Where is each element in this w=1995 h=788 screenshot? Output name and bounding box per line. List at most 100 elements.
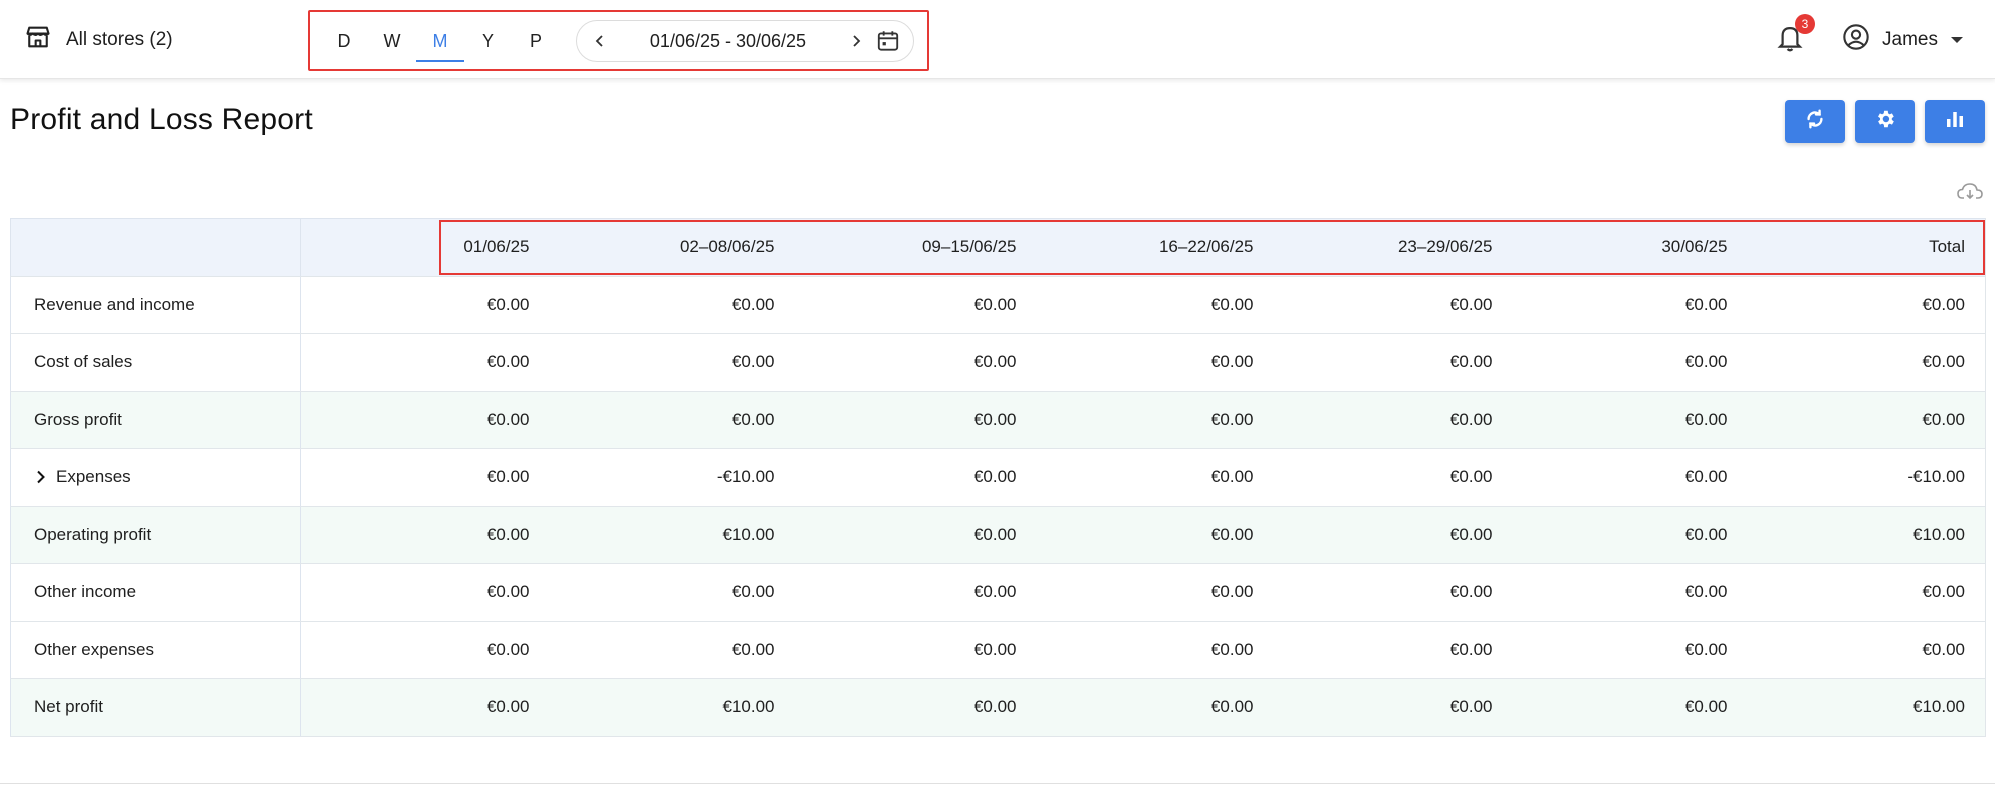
value-cell: €0.00 xyxy=(794,333,1037,392)
chart-button[interactable] xyxy=(1925,100,1985,143)
total-cell: €10.00 xyxy=(1747,678,1986,737)
value-cell: €0.00 xyxy=(300,391,550,449)
chevron-right-icon[interactable] xyxy=(34,470,48,484)
notifications-button[interactable]: 3 xyxy=(1775,14,1815,56)
value-cell: €0.00 xyxy=(1512,333,1748,392)
user-avatar-icon xyxy=(1842,23,1870,57)
date-range-picker: 01/06/25 - 30/06/25 xyxy=(576,20,914,62)
value-cell: €0.00 xyxy=(1273,506,1513,564)
expand-toggle[interactable]: Expenses xyxy=(34,467,300,487)
value-cell: €0.00 xyxy=(300,621,550,679)
value-cell: €0.00 xyxy=(1036,506,1274,564)
total-cell: €0.00 xyxy=(1747,621,1986,679)
table-row[interactable]: Expenses €0.00 -€10.00 €0.00 €0.00 €0.00 €0.00… xyxy=(10,448,1986,507)
row-label: Operating profit xyxy=(34,524,152,544)
top-bar: All stores (2) D W M Y P 01/06/25 - 30/0… xyxy=(0,0,1995,79)
value-cell: €0.00 xyxy=(1512,563,1748,622)
period-selector: D W M Y P 01/06/25 - 30/06/25 xyxy=(308,10,929,71)
value-cell: €0.00 xyxy=(1273,621,1513,679)
value-cell: €0.00 xyxy=(1512,276,1748,334)
row-label: Gross profit xyxy=(34,409,122,429)
row-label: Other expenses xyxy=(34,639,155,659)
value-cell: €0.00 xyxy=(1512,678,1748,737)
column-header: 30/06/25 xyxy=(1512,218,1748,277)
column-header: 23–29/06/25 xyxy=(1273,218,1513,277)
value-cell: €0.00 xyxy=(300,276,550,334)
value-cell: €0.00 xyxy=(1273,678,1513,737)
row-label-cell: Expenses xyxy=(10,448,301,507)
divider xyxy=(0,783,1995,784)
row-label: Net profit xyxy=(34,697,103,717)
value-cell: €0.00 xyxy=(794,621,1037,679)
column-header: 01/06/25 xyxy=(300,218,550,277)
total-cell: €0.00 xyxy=(1747,333,1986,392)
refresh-icon xyxy=(1804,108,1826,135)
value-cell: -€10.00 xyxy=(549,448,795,507)
total-cell: €10.00 xyxy=(1747,506,1986,564)
table-row: Other income €0.00 €0.00 €0.00 €0.00 €0.00 €0.… xyxy=(10,563,1986,622)
value-cell: €0.00 xyxy=(794,506,1037,564)
value-cell: €0.00 xyxy=(1512,448,1748,507)
total-cell: €0.00 xyxy=(1747,391,1986,449)
row-label-cell: Cost of sales xyxy=(10,333,301,392)
tab-week[interactable]: W xyxy=(368,20,416,62)
row-label-cell: Gross profit xyxy=(10,391,301,449)
total-cell: €0.00 xyxy=(1747,563,1986,622)
chevron-right-icon[interactable] xyxy=(841,26,871,56)
row-label-cell: Other income xyxy=(10,563,301,622)
pnl-table: 01/06/25 02–08/06/25 09–15/06/25 16–22/0… xyxy=(10,218,1986,737)
row-label: Expenses xyxy=(56,467,131,487)
column-header-total: Total xyxy=(1747,218,1986,277)
value-cell: €0.00 xyxy=(549,391,795,449)
row-label-cell: Net profit xyxy=(10,678,301,737)
row-label: Other income xyxy=(34,582,137,602)
header-label-cell xyxy=(10,218,301,277)
tab-year[interactable]: Y xyxy=(464,20,512,62)
column-header: 02–08/06/25 xyxy=(549,218,795,277)
calendar-icon[interactable] xyxy=(871,24,905,58)
value-cell: €0.00 xyxy=(1036,563,1274,622)
value-cell: €0.00 xyxy=(300,506,550,564)
value-cell: €0.00 xyxy=(549,333,795,392)
value-cell: €0.00 xyxy=(1273,391,1513,449)
tab-month[interactable]: M xyxy=(416,20,464,62)
value-cell: €0.00 xyxy=(300,678,550,737)
value-cell: €0.00 xyxy=(1036,391,1274,449)
value-cell: €0.00 xyxy=(794,391,1037,449)
settings-button[interactable] xyxy=(1855,100,1915,143)
table-row: Other expenses €0.00 €0.00 €0.00 €0.00 €0.00 €… xyxy=(10,621,1986,679)
chevron-left-icon[interactable] xyxy=(585,26,615,56)
store-selector[interactable]: All stores (2) xyxy=(24,20,173,60)
tab-period[interactable]: P xyxy=(512,20,560,62)
column-header: 09–15/06/25 xyxy=(794,218,1037,277)
date-range-text[interactable]: 01/06/25 - 30/06/25 xyxy=(615,31,841,52)
tab-day[interactable]: D xyxy=(320,20,368,62)
value-cell: €0.00 xyxy=(794,276,1037,334)
value-cell: €0.00 xyxy=(300,333,550,392)
value-cell: €0.00 xyxy=(1273,448,1513,507)
value-cell: €0.00 xyxy=(1273,276,1513,334)
user-menu[interactable]: James xyxy=(1842,22,1964,58)
value-cell: €0.00 xyxy=(549,563,795,622)
row-label: Cost of sales xyxy=(34,352,133,372)
store-icon xyxy=(24,23,52,57)
value-cell: €10.00 xyxy=(549,678,795,737)
value-cell: €0.00 xyxy=(1036,448,1274,507)
refresh-button[interactable] xyxy=(1785,100,1845,143)
total-cell: €0.00 xyxy=(1747,276,1986,334)
value-cell: €0.00 xyxy=(549,276,795,334)
table-header-row: 01/06/25 02–08/06/25 09–15/06/25 16–22/0… xyxy=(10,218,1986,277)
table-row: Net profit €0.00 €10.00 €0.00 €0.00 €0.00 €0.0… xyxy=(10,678,1986,737)
value-cell: €0.00 xyxy=(1036,276,1274,334)
table-row: Gross profit €0.00 €0.00 €0.00 €0.00 €0.00 €0.… xyxy=(10,391,1986,449)
notification-badge: 3 xyxy=(1795,14,1815,34)
period-tabs: D W M Y P xyxy=(320,20,560,62)
row-label-cell: Revenue and income xyxy=(10,276,301,334)
user-name: James xyxy=(1882,29,1938,50)
caret-down-icon xyxy=(1950,29,1964,51)
value-cell: €0.00 xyxy=(549,621,795,679)
cloud-download-icon[interactable] xyxy=(1956,180,1984,204)
report-actions xyxy=(1785,100,1985,143)
value-cell: €0.00 xyxy=(1036,621,1274,679)
value-cell: €0.00 xyxy=(1512,391,1748,449)
